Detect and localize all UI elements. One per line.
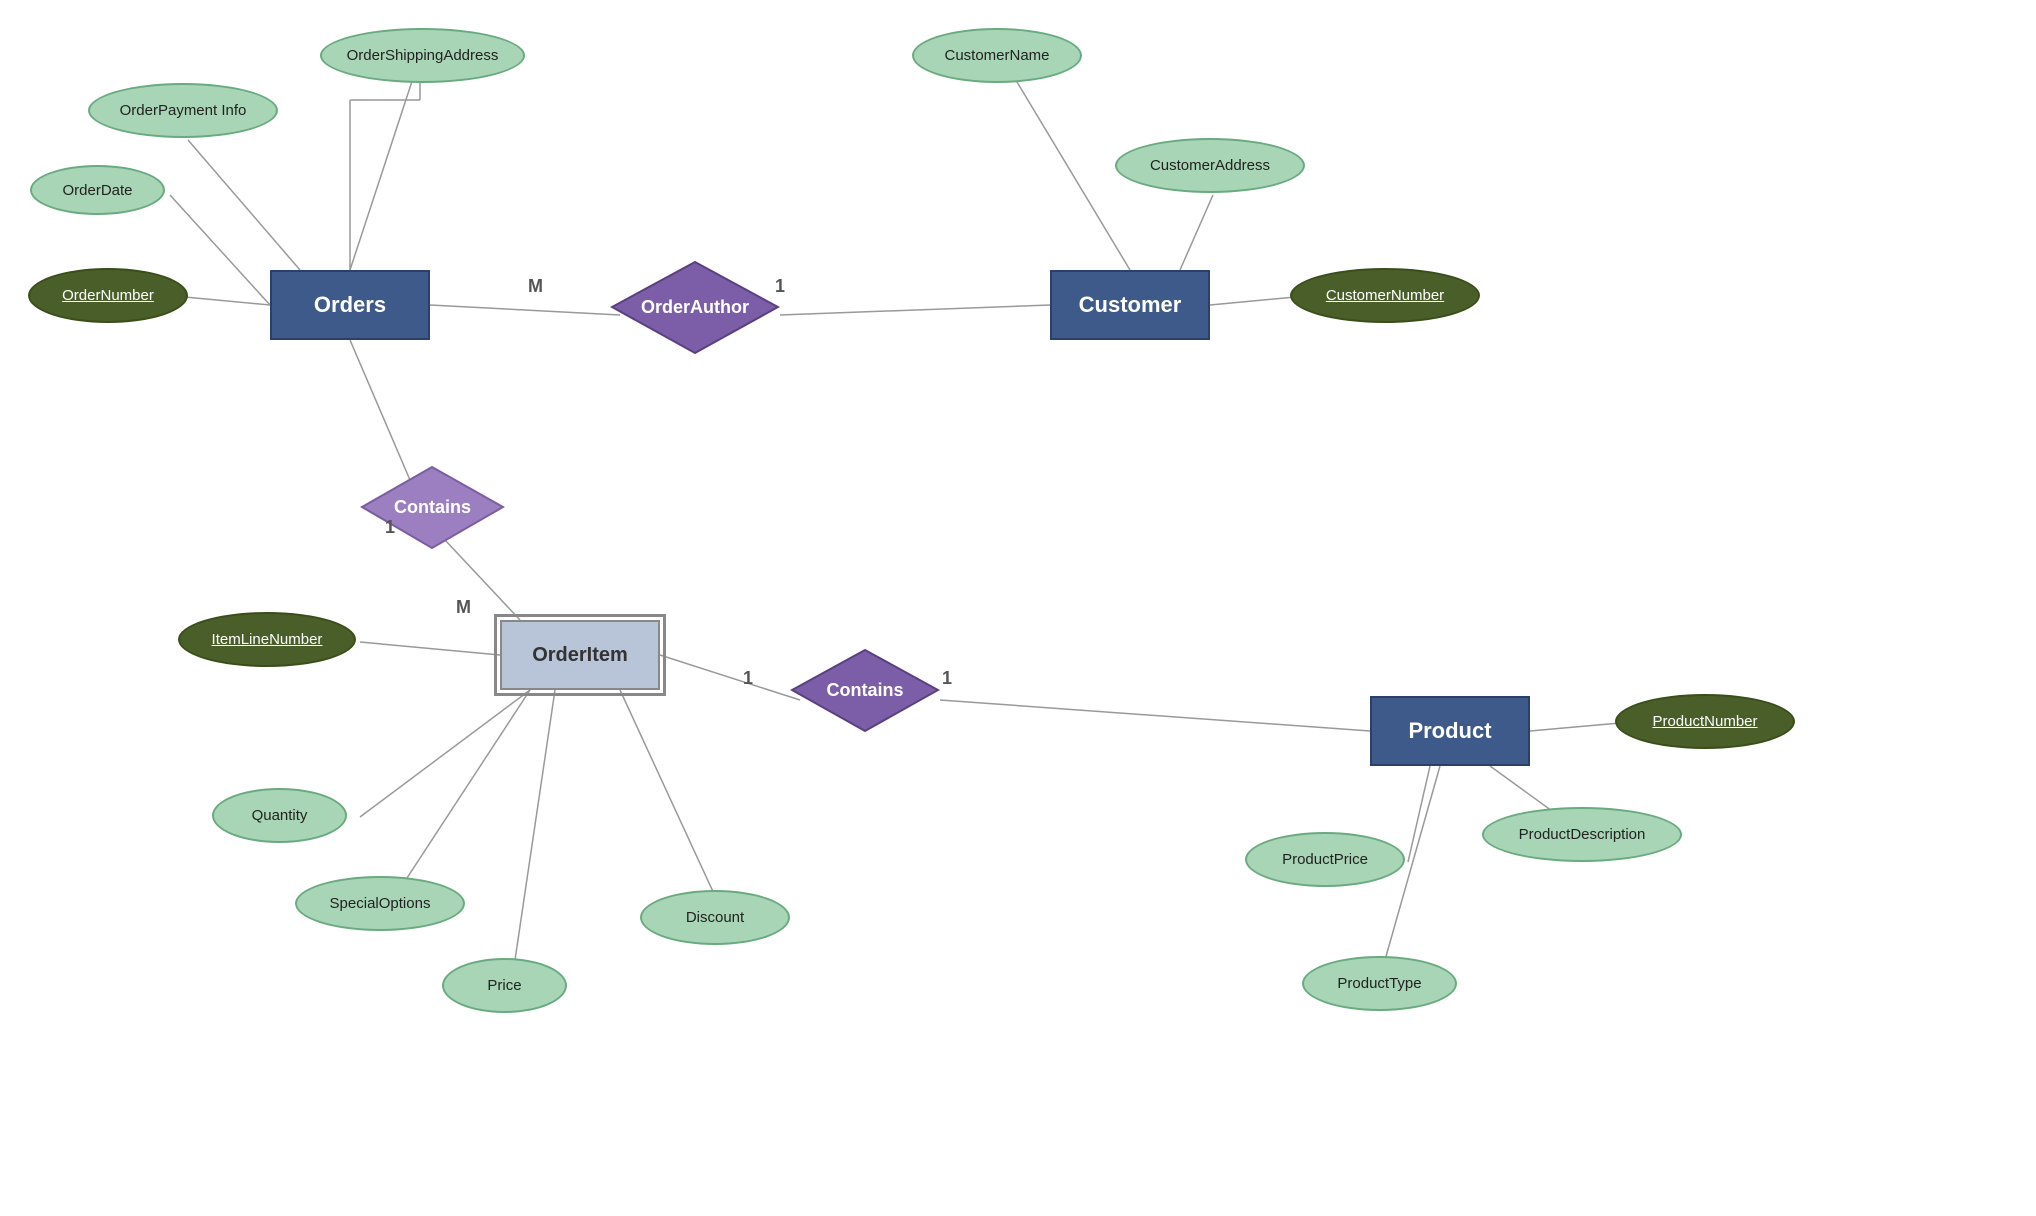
entity-orderitem: OrderItem xyxy=(500,620,660,690)
attribute-price: Price xyxy=(442,958,567,1013)
cardinality-1-contains1: 1 xyxy=(385,517,395,538)
attribute-itemlinenumber: ItemLineNumber xyxy=(178,612,356,667)
attribute-customername: CustomerName xyxy=(912,28,1082,83)
relationship-contains2: Contains xyxy=(790,648,940,733)
relationship-orderauthor: OrderAuthor xyxy=(610,260,780,355)
attribute-ordershippingaddress: OrderShippingAddress xyxy=(320,28,525,83)
attribute-productnumber: ProductNumber xyxy=(1615,694,1795,749)
attribute-orderpaymentinfo: OrderPayment Info xyxy=(88,83,278,138)
entity-product: Product xyxy=(1370,696,1530,766)
attribute-customeraddress: CustomerAddress xyxy=(1115,138,1305,193)
attribute-quantity: Quantity xyxy=(212,788,347,843)
entity-customer: Customer xyxy=(1050,270,1210,340)
connection-lines xyxy=(0,0,2036,1216)
relationship-contains1: Contains xyxy=(360,465,505,550)
attribute-discount: Discount xyxy=(640,890,790,945)
attribute-productprice: ProductPrice xyxy=(1245,832,1405,887)
attribute-productdescription: ProductDescription xyxy=(1482,807,1682,862)
cardinality-1-orderauthor: 1 xyxy=(775,276,785,297)
cardinality-1-contains2-left: 1 xyxy=(743,668,753,689)
cardinality-m1: M xyxy=(528,276,543,297)
cardinality-1-contains2-right: 1 xyxy=(942,668,952,689)
attribute-customernumber: CustomerNumber xyxy=(1290,268,1480,323)
er-diagram: Orders Customer Product OrderItem OrderA… xyxy=(0,0,2036,1216)
entity-orders: Orders xyxy=(270,270,430,340)
attribute-orderdate: OrderDate xyxy=(30,165,165,215)
attribute-ordernumber: OrderNumber xyxy=(28,268,188,323)
cardinality-m-contains1: M xyxy=(456,597,471,618)
attribute-specialoptions: SpecialOptions xyxy=(295,876,465,931)
attribute-producttype: ProductType xyxy=(1302,956,1457,1011)
